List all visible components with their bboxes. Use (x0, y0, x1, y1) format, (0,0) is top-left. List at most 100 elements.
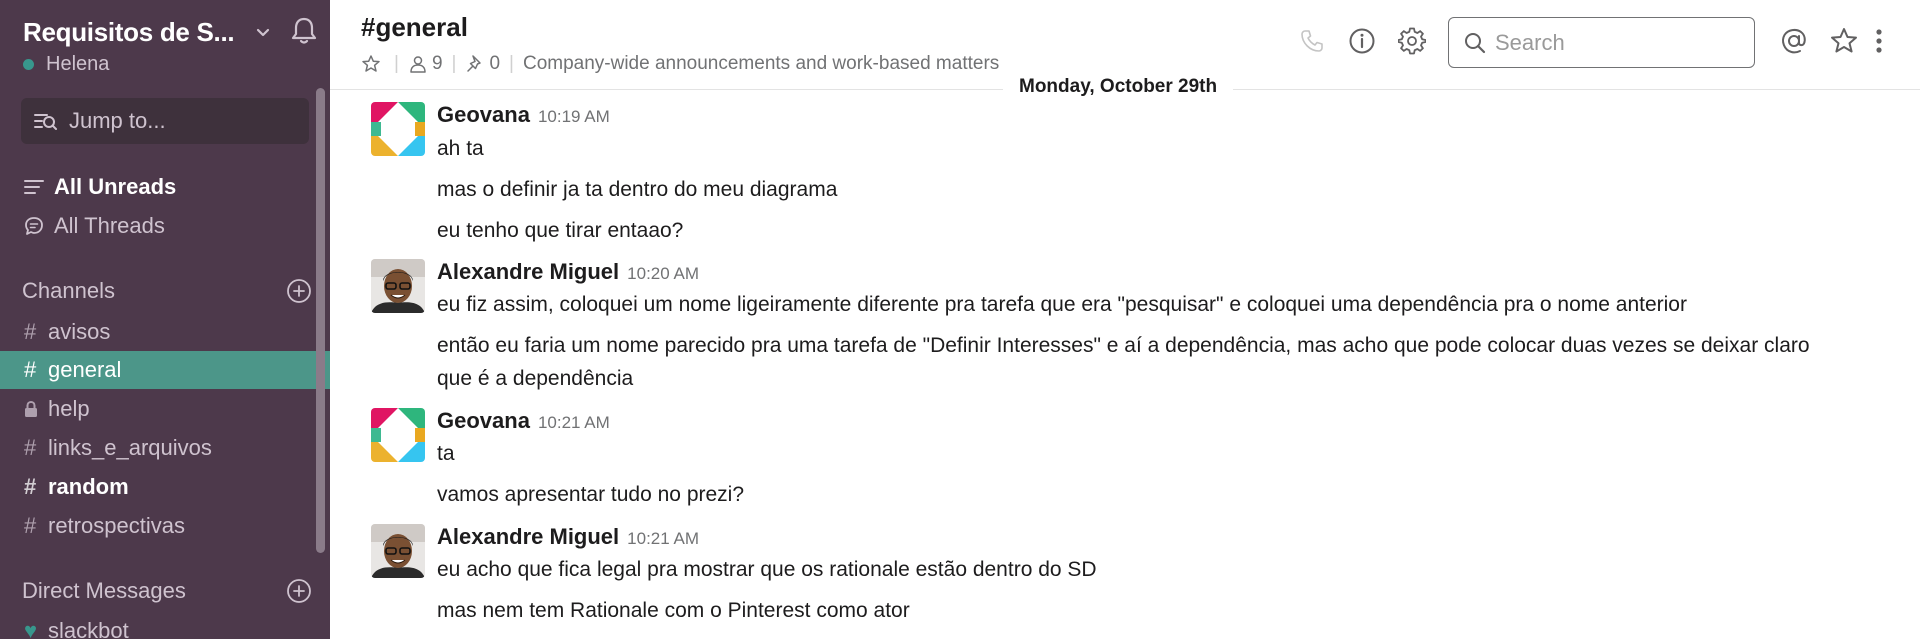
star-icon[interactable] (361, 54, 381, 74)
presence-active-icon (23, 58, 34, 70)
current-user[interactable]: Helena (23, 52, 109, 76)
message-time[interactable]: 10:21 AM (627, 529, 699, 549)
sidebar: Requisitos de S... Helena Jump to... All… (0, 0, 330, 639)
channel-meta: | 9 | 0 | Company-wide announcements and… (361, 52, 999, 76)
message-text: eu acho que fica legal pra mostrar que o… (437, 558, 1097, 581)
avatar[interactable] (371, 102, 425, 156)
all-unreads-label: All Unreads (54, 174, 177, 199)
jump-to-icon (34, 114, 57, 130)
nav-all-threads[interactable]: All Threads (22, 210, 165, 242)
message-text: mas o definir ja ta dentro do meu diagra… (437, 178, 838, 201)
meta-separator: | (394, 53, 399, 74)
channels-heading[interactable]: Channels (22, 278, 115, 304)
sidebar-scrollbar[interactable] (316, 88, 325, 553)
heart-icon: ♥ (24, 618, 38, 639)
message-text: ta (437, 442, 455, 465)
message-header: Alexandre Miguel 10:21 AM (437, 524, 699, 550)
channel-info-button[interactable] (1345, 24, 1379, 58)
search-box[interactable] (1448, 17, 1755, 68)
bell-icon[interactable] (287, 14, 321, 48)
hash-icon: # (24, 357, 37, 382)
message-time[interactable]: 10:21 AM (538, 413, 610, 433)
avatar[interactable] (371, 408, 425, 462)
sender-name[interactable]: Alexandre Miguel (437, 259, 619, 285)
search-icon (1465, 32, 1486, 53)
channel-item-links-e-arquivos[interactable]: # links_e_arquivos (0, 429, 330, 467)
nav-all-unreads[interactable]: All Unreads (22, 171, 176, 203)
hash-icon: # (24, 513, 37, 538)
message-text: mas nem tem Rationale com o Pinterest co… (437, 599, 910, 622)
person-photo-icon (371, 259, 425, 313)
gear-icon (1398, 27, 1426, 55)
channel-name: help (48, 396, 90, 421)
message-text: que é a dependência (437, 367, 634, 390)
dm-name: slackbot (48, 618, 129, 639)
message-text: vamos apresentar tudo no prezi? (437, 483, 745, 506)
avatar[interactable] (371, 524, 425, 578)
sender-name[interactable]: Alexandre Miguel (437, 524, 619, 550)
hash-icon: # (24, 474, 37, 499)
dm-item-slackbot[interactable]: ♥ slackbot (0, 612, 330, 639)
message-text: eu fiz assim, coloquei um nome ligeirame… (437, 293, 1687, 316)
all-threads-label: All Threads (54, 213, 165, 238)
workspace-menu[interactable]: Requisitos de S... (23, 14, 317, 50)
meta-separator: | (451, 53, 457, 74)
channel-settings-button[interactable] (1395, 24, 1429, 58)
message-time[interactable]: 10:19 AM (538, 107, 610, 127)
channel-name: links_e_arquivos (48, 435, 212, 460)
chevron-down-icon[interactable] (251, 20, 275, 44)
message-time[interactable]: 10:20 AM (627, 264, 699, 284)
search-input[interactable] (1495, 29, 1735, 56)
star-outline-icon (1831, 28, 1857, 53)
channel-title[interactable]: #general (361, 12, 468, 43)
member-count[interactable]: 9 (432, 53, 443, 75)
more-vertical-icon (1876, 29, 1882, 53)
info-icon (1349, 28, 1375, 54)
channel-item-retrospectivas[interactable]: # retrospectivas (0, 507, 330, 545)
channel-name: avisos (48, 319, 111, 344)
channel-name: retrospectivas (48, 513, 185, 538)
channels-section-header[interactable]: Channels (22, 275, 312, 307)
slack-logo-icon (371, 102, 425, 156)
slack-logo-icon (371, 408, 425, 462)
dm-section-header[interactable]: Direct Messages (22, 575, 312, 607)
channel-topic[interactable]: Company-wide announcements and work-base… (523, 53, 999, 75)
sender-name[interactable]: Geovana (437, 102, 530, 128)
message-text: ah ta (437, 137, 484, 160)
user-name: Helena (46, 52, 110, 75)
hash-icon: # (24, 319, 37, 344)
sender-name[interactable]: Geovana (437, 408, 530, 434)
add-dm-icon[interactable] (286, 578, 312, 604)
channel-item-general[interactable]: # general (0, 351, 330, 389)
avatar[interactable] (371, 259, 425, 313)
jump-to-button[interactable]: Jump to... (21, 98, 309, 144)
phone-icon (1301, 30, 1323, 52)
unreads-icon (22, 176, 46, 198)
message-text: eu tenho que tirar entaao? (437, 219, 684, 242)
jump-to-label: Jump to... (69, 108, 166, 133)
mentions-button[interactable] (1777, 24, 1811, 58)
pinned-count[interactable]: 0 (489, 53, 500, 75)
add-channel-icon[interactable] (286, 278, 312, 304)
at-sign-icon (1782, 28, 1806, 54)
channel-item-random[interactable]: # random (0, 468, 330, 506)
person-photo-icon (371, 524, 425, 578)
message-header: Geovana 10:21 AM (437, 408, 610, 434)
channel-item-help[interactable]: help (0, 390, 330, 428)
day-divider-label: Monday, October 29th (1003, 76, 1234, 98)
message-text: então eu faria um nome parecido pra uma … (437, 334, 1810, 357)
pin-icon[interactable] (465, 54, 485, 74)
lock-icon (24, 400, 48, 418)
channel-name: random (48, 474, 129, 499)
threads-icon (22, 215, 46, 237)
channel-item-avisos[interactable]: # avisos (0, 313, 330, 351)
starred-items-button[interactable] (1827, 24, 1861, 58)
message-header: Alexandre Miguel 10:20 AM (437, 259, 699, 285)
message-header: Geovana 10:19 AM (437, 102, 610, 128)
workspace-name[interactable]: Requisitos de S... (23, 17, 235, 48)
channel-name: general (48, 357, 122, 382)
dm-heading[interactable]: Direct Messages (22, 578, 186, 604)
call-button[interactable] (1295, 24, 1329, 58)
more-actions-button[interactable] (1868, 24, 1890, 58)
members-icon[interactable] (408, 54, 428, 74)
